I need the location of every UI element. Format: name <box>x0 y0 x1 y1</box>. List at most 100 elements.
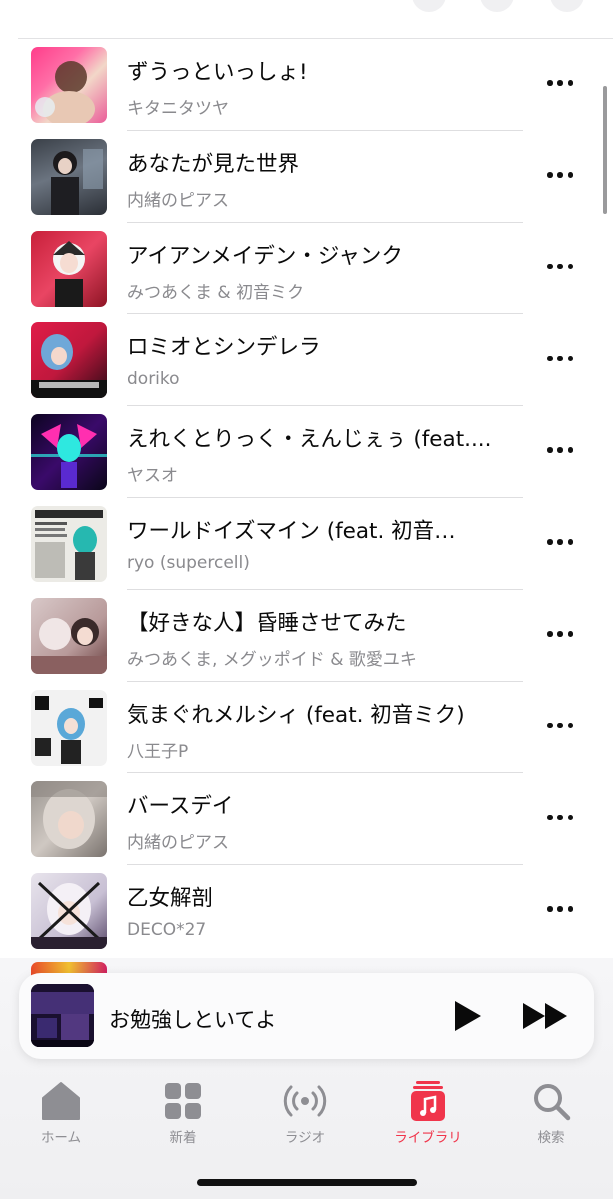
more-options-button[interactable] <box>547 624 573 644</box>
album-art <box>31 138 107 215</box>
more-options-button[interactable] <box>547 807 573 827</box>
ellipsis-dot <box>557 814 563 821</box>
play-button[interactable] <box>449 998 485 1034</box>
more-options-button[interactable] <box>547 440 573 460</box>
fast-forward-button[interactable] <box>521 1000 571 1032</box>
play-icon <box>455 1001 481 1031</box>
song-row[interactable]: ロミオとシンデレラ doriko <box>0 314 613 407</box>
ellipsis-dot <box>557 539 563 545</box>
more-options-button[interactable] <box>547 532 573 552</box>
song-artist: みつあくま, メグッポイド & 歌愛ユキ <box>127 649 417 670</box>
song-list: ずうっといっしょ! キタニタツヤ あなたが見た世界 内緒のピアス アイアンメイデ… <box>0 39 613 957</box>
album-art <box>31 781 107 858</box>
tab-label: ホーム <box>40 1130 82 1146</box>
more-options-button[interactable] <box>547 73 573 93</box>
ellipsis-dot <box>557 80 563 86</box>
song-artist: キタニタツヤ <box>127 99 229 119</box>
ellipsis-dot <box>567 722 573 729</box>
fast-forward-icon <box>523 1003 567 1029</box>
top-bar-remnant <box>0 0 613 38</box>
header-button-remnant[interactable] <box>412 0 446 12</box>
ellipsis-icon <box>547 447 553 453</box>
library-icon <box>406 1079 450 1123</box>
more-options-button[interactable] <box>547 716 573 736</box>
ellipsis-dot <box>567 263 573 270</box>
now-playing-art <box>31 984 94 1047</box>
more-options-button[interactable] <box>547 899 573 919</box>
more-options-button[interactable] <box>547 257 573 277</box>
song-artist: DECO*27 <box>127 920 207 941</box>
song-row[interactable]: 気まぐれメルシィ (feat. 初音ミク) 八王子P <box>0 682 613 774</box>
tab-bar: ホーム 新着 ラジオ ライブラリ 検索 <box>0 1076 613 1152</box>
ellipsis-dot <box>557 355 563 362</box>
tab-label: 検索 <box>537 1130 565 1146</box>
tab-label: 新着 <box>169 1130 197 1146</box>
ellipsis-dot <box>567 172 573 178</box>
album-art <box>31 414 107 491</box>
song-title: えれくとりっく・えんじぇぅ (feat.... <box>127 427 492 453</box>
ellipsis-dot <box>567 447 573 453</box>
tab-label: ライブラリ <box>394 1130 462 1146</box>
ellipsis-dot <box>557 722 563 729</box>
ellipsis-dot <box>557 263 563 270</box>
more-options-button[interactable] <box>547 165 573 185</box>
song-row[interactable]: アイアンメイデン・ジャンク みつあくま & 初音ミク <box>0 223 613 315</box>
tab-home[interactable]: ホーム <box>6 1076 116 1152</box>
tab-search[interactable]: 検索 <box>496 1076 606 1152</box>
ellipsis-icon <box>547 263 553 270</box>
ellipsis-icon <box>547 722 553 729</box>
song-title: あなたが見た世界 <box>127 151 300 177</box>
tab-new[interactable]: 新着 <box>128 1076 238 1152</box>
search-icon <box>529 1079 573 1123</box>
song-title: ワールドイズマイン (feat. 初音… <box>127 518 456 544</box>
album-art <box>31 322 107 399</box>
tab-label: ラジオ <box>284 1130 326 1146</box>
song-title: 【好きな人】昏睡させてみた <box>127 610 407 636</box>
ellipsis-icon <box>547 906 553 912</box>
song-title: ロミオとシンデレラ <box>127 335 321 361</box>
song-row[interactable]: ずうっといっしょ! キタニタツヤ <box>0 39 613 131</box>
song-artist: 内緒のピアス <box>127 833 229 854</box>
song-title: バースデイ <box>127 794 234 820</box>
song-row[interactable]: あなたが見た世界 内緒のピアス <box>0 131 613 223</box>
song-title: アイアンメイデン・ジャンク <box>127 243 403 269</box>
ellipsis-icon <box>547 539 553 545</box>
album-art <box>31 230 107 307</box>
ellipsis-dot <box>557 172 563 178</box>
grid-icon <box>161 1079 205 1123</box>
ellipsis-dot <box>557 906 563 912</box>
song-row[interactable]: バースデイ 内緒のピアス <box>0 773 613 866</box>
album-art <box>31 47 107 123</box>
song-artist: ryo (supercell) <box>127 552 250 573</box>
ellipsis-icon <box>547 631 553 637</box>
song-artist: みつあくま & 初音ミク <box>127 282 305 303</box>
album-art <box>31 505 107 582</box>
ellipsis-dot <box>557 447 563 453</box>
ellipsis-dot <box>567 631 573 637</box>
home-icon <box>39 1079 83 1123</box>
tab-library[interactable]: ライブラリ <box>373 1076 483 1152</box>
song-title: 乙女解剖 <box>127 886 214 912</box>
ellipsis-dot <box>567 355 573 362</box>
album-art <box>31 597 107 674</box>
ellipsis-icon <box>547 355 553 362</box>
song-artist: 八王子P <box>127 741 189 762</box>
header-button-remnant[interactable] <box>550 0 584 12</box>
song-title: 気まぐれメルシィ (feat. 初音ミク) <box>127 702 465 728</box>
song-row[interactable]: えれくとりっく・えんじぇぅ (feat.... ヤスオ <box>0 406 613 498</box>
more-options-button[interactable] <box>547 348 573 368</box>
home-indicator[interactable] <box>197 1179 417 1186</box>
mini-player[interactable]: お勉強しといてよ <box>19 973 594 1059</box>
song-row[interactable]: 乙女解剖 DECO*27 <box>0 865 613 957</box>
album-art <box>31 873 107 950</box>
header-button-remnant[interactable] <box>480 0 514 12</box>
song-title: ずうっといっしょ! <box>127 60 308 85</box>
song-artist: ヤスオ <box>127 466 178 487</box>
radio-icon <box>283 1079 327 1123</box>
song-row[interactable]: 【好きな人】昏睡させてみた みつあくま, メグッポイド & 歌愛ユキ <box>0 590 613 682</box>
tab-radio[interactable]: ラジオ <box>250 1076 360 1152</box>
ellipsis-dot <box>557 631 563 637</box>
song-row[interactable]: ワールドイズマイン (feat. 初音… ryo (supercell) <box>0 498 613 590</box>
scroll-indicator[interactable] <box>603 86 607 214</box>
ellipsis-dot <box>567 539 573 545</box>
